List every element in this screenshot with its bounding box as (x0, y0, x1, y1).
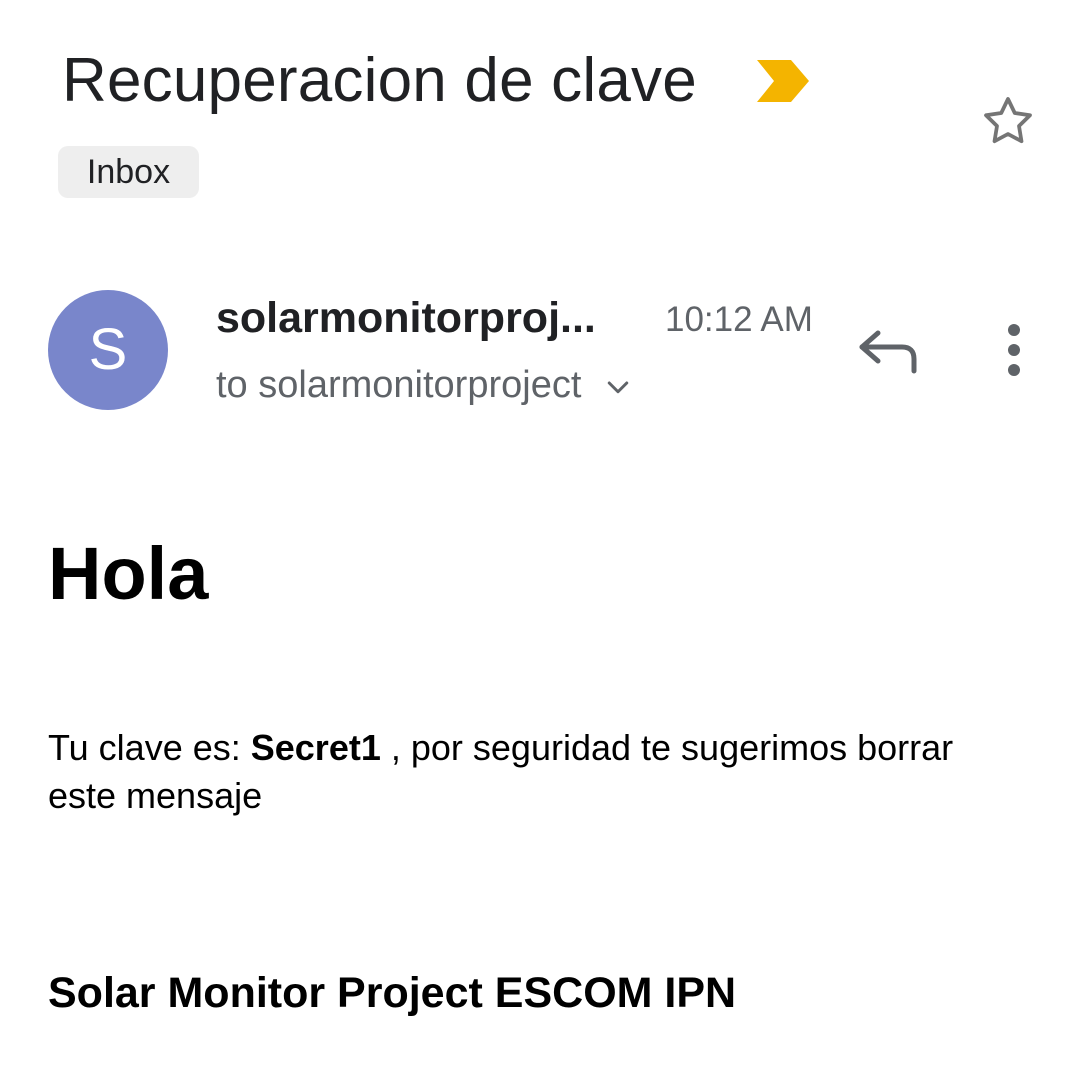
inbox-label-chip[interactable]: Inbox (58, 146, 199, 198)
reply-icon[interactable] (856, 325, 920, 377)
password-value: Secret1 (250, 727, 381, 768)
message-time: 10:12 AM (665, 300, 813, 339)
importance-marker-icon[interactable] (757, 60, 809, 102)
star-icon[interactable] (978, 92, 1038, 152)
body-text-prefix: Tu clave es: (48, 727, 251, 768)
email-signature: Solar Monitor Project ESCOM IPN (48, 969, 737, 1017)
body-paragraph: Tu clave es: Secret1 , por seguridad te … (48, 724, 1008, 820)
sender-avatar[interactable]: S (48, 290, 168, 410)
recipient-details-toggle[interactable]: to solarmonitorproject (216, 360, 633, 410)
subject-heading: Recuperacion de clave (62, 46, 697, 115)
recipient-text: to solarmonitorproject (216, 364, 582, 406)
more-vertical-icon[interactable] (996, 320, 1032, 380)
body-greeting: Hola (48, 532, 209, 615)
chevron-down-icon[interactable] (603, 373, 633, 403)
sender-name[interactable]: solarmonitorproj... (216, 292, 596, 344)
